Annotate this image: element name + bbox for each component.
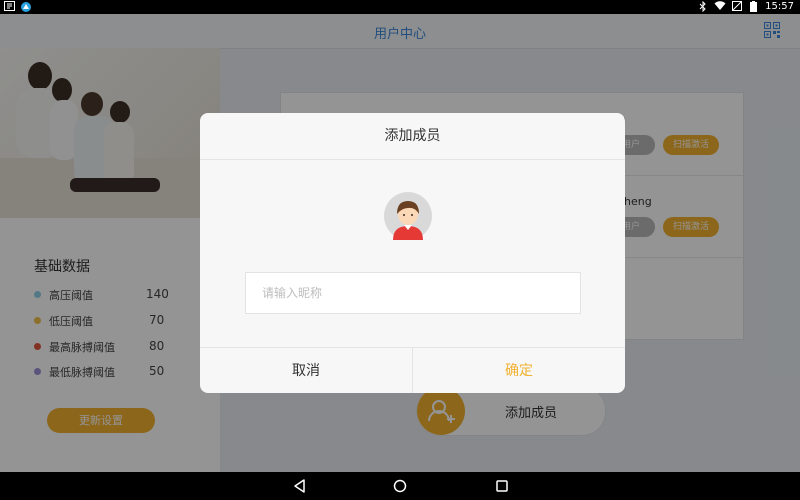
dialog-footer: 取消 确定 (200, 347, 625, 393)
confirm-button[interactable]: 确定 (413, 348, 625, 393)
child-avatar-icon[interactable] (384, 192, 432, 240)
status-bar: 15:57 (0, 0, 800, 14)
signal-icon (731, 1, 742, 12)
navigation-bar (0, 472, 800, 500)
clock: 15:57 (765, 1, 794, 12)
back-icon[interactable] (292, 478, 308, 494)
add-member-dialog: 添加成员 取消 确定 (200, 113, 625, 393)
dialog-title: 添加成员 (200, 113, 625, 160)
wifi-icon (714, 1, 726, 12)
battery-icon (748, 1, 759, 12)
app-icon (21, 1, 31, 12)
bluetooth-icon (697, 0, 708, 13)
recents-icon[interactable] (494, 478, 510, 494)
nickname-input[interactable] (245, 272, 581, 314)
notification-icon (4, 1, 15, 12)
cancel-button[interactable]: 取消 (200, 348, 413, 393)
home-icon[interactable] (392, 478, 408, 494)
